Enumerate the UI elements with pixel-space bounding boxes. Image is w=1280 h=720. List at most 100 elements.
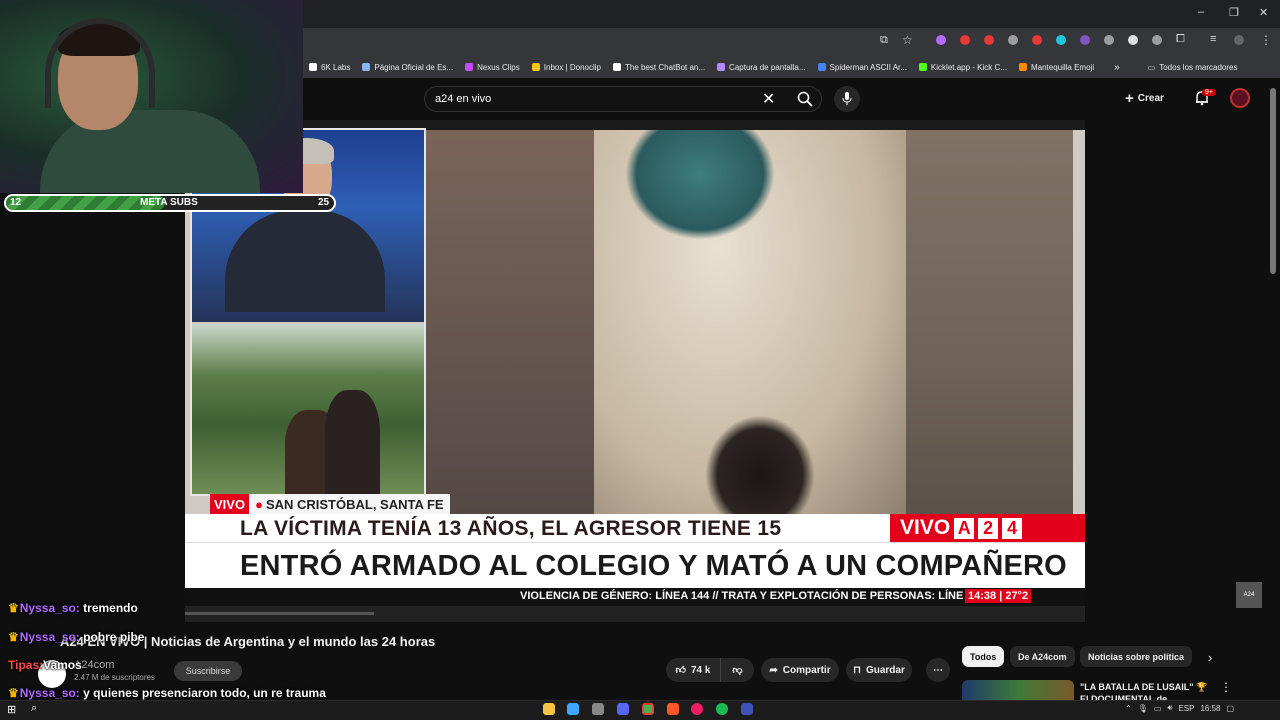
chat-message: ♛Nyssa_so: pobre pibe — [8, 630, 144, 644]
headline-top: LA VÍCTIMA TENÍA 13 AÑOS, EL AGRESOR TIE… — [240, 517, 782, 540]
maximize-button[interactable]: ❐ — [1229, 6, 1239, 19]
share-button[interactable]: ➦ Compartir — [761, 658, 839, 682]
bookmark-item[interactable]: Kicklet.app - Kick C... — [913, 63, 1013, 72]
extension-icon[interactable] — [936, 35, 946, 45]
extension-icon[interactable] — [1008, 35, 1018, 45]
search-button[interactable] — [788, 86, 822, 112]
chevron-up-icon[interactable]: ⌃ — [1125, 704, 1132, 713]
recommended-menu-icon[interactable]: ⋮ — [1220, 680, 1232, 694]
windows-taskbar — [0, 700, 1280, 720]
recommended-thumbnail[interactable] — [962, 680, 1074, 702]
bookmark-favicon — [362, 63, 371, 71]
spotify-icon[interactable] — [716, 703, 728, 715]
extension-icon[interactable] — [960, 35, 970, 45]
search-icon[interactable]: ⌕ — [31, 702, 37, 715]
taskbar-app-icon[interactable] — [667, 703, 679, 715]
chat-username: Nyssa_so: — [19, 630, 80, 644]
sub-goal-target: 25 — [318, 197, 330, 208]
bookmark-star-icon[interactable]: ☆ — [902, 33, 913, 47]
account-avatar[interactable] — [1230, 88, 1250, 108]
taskbar-app-icon[interactable] — [691, 703, 703, 715]
streamer-webcam — [0, 0, 303, 193]
chat-message: Tipas:Vamos — [8, 658, 82, 672]
chat-message: ♛Nyssa_so: y quienes presenciaron todo, … — [8, 686, 326, 700]
save-button[interactable]: ⊓ Guardar — [846, 658, 912, 682]
reading-list-icon[interactable]: ≡ — [1210, 33, 1216, 45]
bookmark-favicon — [918, 63, 927, 71]
microphone-icon[interactable]: 🎙︎ — [1138, 704, 1148, 713]
subscribe-button[interactable]: Suscribirse — [174, 661, 242, 681]
bookmark-favicon — [717, 63, 726, 71]
system-tray: ⌃ 🎙︎ ▭ 🔊︎ ESP 16:58 ▢ — [1125, 703, 1234, 713]
headline-main: ENTRÓ ARMADO AL COLEGIO Y MATÓ A UN COMP… — [240, 550, 1067, 582]
bookmark-item[interactable]: Spiderman ASCII Ar... — [812, 63, 913, 72]
all-bookmarks-button[interactable]: ▭ Todos los marcadores — [1142, 63, 1244, 72]
taskbar-app-icon[interactable] — [741, 703, 753, 715]
discord-icon[interactable] — [617, 703, 629, 715]
chat-text: y quienes presenciaron todo, un re traum… — [79, 686, 326, 700]
browser-menu-icon[interactable]: ⋮ — [1260, 33, 1272, 47]
extension-icon[interactable] — [1080, 35, 1090, 45]
create-button[interactable]: + Crear — [1125, 90, 1164, 107]
profile-avatar[interactable] — [1234, 35, 1244, 45]
chip-politics[interactable]: Noticias sobre política — [1080, 646, 1193, 667]
sub-goal-label: META SUBS — [140, 197, 198, 208]
extension-icon[interactable] — [1104, 35, 1114, 45]
bookmark-item[interactable]: 6K Labs — [303, 63, 356, 72]
bookmark-item[interactable]: Inbox | Donoclip — [526, 63, 607, 72]
clock[interactable]: 16:58 — [1200, 704, 1220, 713]
windows-start-icon[interactable]: ⊞ — [7, 703, 16, 716]
dislike-button[interactable]: 👎︎ — [720, 658, 754, 682]
video-footage-detail — [625, 130, 775, 240]
extensions-puzzle-icon[interactable]: ⧠ — [1176, 33, 1185, 46]
sub-goal-current: 12 — [10, 197, 22, 208]
bookmark-favicon — [613, 63, 621, 71]
chip-channel[interactable]: De A24com — [1010, 646, 1075, 667]
bookmark-favicon — [1018, 63, 1027, 71]
bookmark-item[interactable]: Captura de pantalla... — [711, 63, 812, 72]
live-tag: VIVO — [210, 494, 250, 514]
chevron-right-icon[interactable]: › — [1208, 650, 1212, 665]
extension-icon[interactable] — [984, 35, 994, 45]
taskbar-app-icon[interactable] — [592, 703, 604, 715]
voice-search-button[interactable] — [834, 86, 860, 112]
bookmarks-bar: 6K Labs Página Oficial de Es... Nexus Cl… — [303, 56, 1280, 78]
bookmark-item[interactable]: Nexus Clips — [459, 63, 526, 72]
channel-watermark: A24 — [1236, 582, 1262, 608]
language-indicator[interactable]: ESP — [1178, 704, 1194, 713]
bookmark-item[interactable]: The best ChatBot an... — [607, 63, 711, 72]
volume-icon[interactable]: 🔊︎ — [1167, 703, 1172, 713]
streamer-figure — [40, 110, 260, 193]
page-scrollbar[interactable] — [1270, 88, 1276, 274]
notifications-badge: 9+ — [1202, 89, 1216, 96]
notifications-icon[interactable]: ▢ — [1227, 704, 1235, 713]
chat-username: Nyssa_so: — [19, 601, 80, 615]
chrome-icon[interactable] — [642, 703, 654, 715]
extension-icon[interactable] — [1032, 35, 1042, 45]
channel-live-logo: VIVO A 2 4 — [890, 514, 1085, 542]
extension-icon[interactable] — [1128, 35, 1138, 45]
cast-icon[interactable]: ⧉ — [880, 34, 888, 47]
bookmark-item[interactable]: Mantequilla Emoji — [1013, 63, 1100, 72]
chip-all[interactable]: Todos — [962, 646, 1005, 667]
file-explorer-icon[interactable] — [543, 703, 555, 715]
crown-icon: ♛ — [8, 686, 19, 700]
ticker-text: VIOLENCIA DE GÉNERO: LÍNEA 144 // TRATA … — [520, 590, 964, 602]
extension-icon[interactable] — [1056, 35, 1066, 45]
search-icon — [797, 91, 813, 107]
location-label: ● SAN CRISTÓBAL, SANTA FE — [249, 494, 450, 514]
bookmark-favicon — [465, 63, 474, 71]
bookmark-favicon — [531, 63, 540, 71]
taskbar-app-icon[interactable] — [567, 703, 579, 715]
network-icon[interactable]: ▭ — [1154, 704, 1162, 713]
chat-text: pobre pibe — [79, 630, 145, 644]
bookmark-item[interactable]: Página Oficial de Es... — [356, 63, 459, 72]
extension-icon[interactable] — [1152, 35, 1162, 45]
video-blur-left — [426, 130, 596, 524]
more-actions-button[interactable]: ⋯ — [926, 658, 950, 682]
minimize-button[interactable]: – — [1198, 6, 1204, 18]
close-window-button[interactable]: ✕ — [1259, 6, 1268, 19]
bookmarks-overflow-button[interactable]: » — [1108, 62, 1126, 73]
clear-search-icon[interactable]: ✕ — [762, 89, 775, 109]
like-button[interactable]: 👍︎ 74 k — [666, 658, 720, 682]
